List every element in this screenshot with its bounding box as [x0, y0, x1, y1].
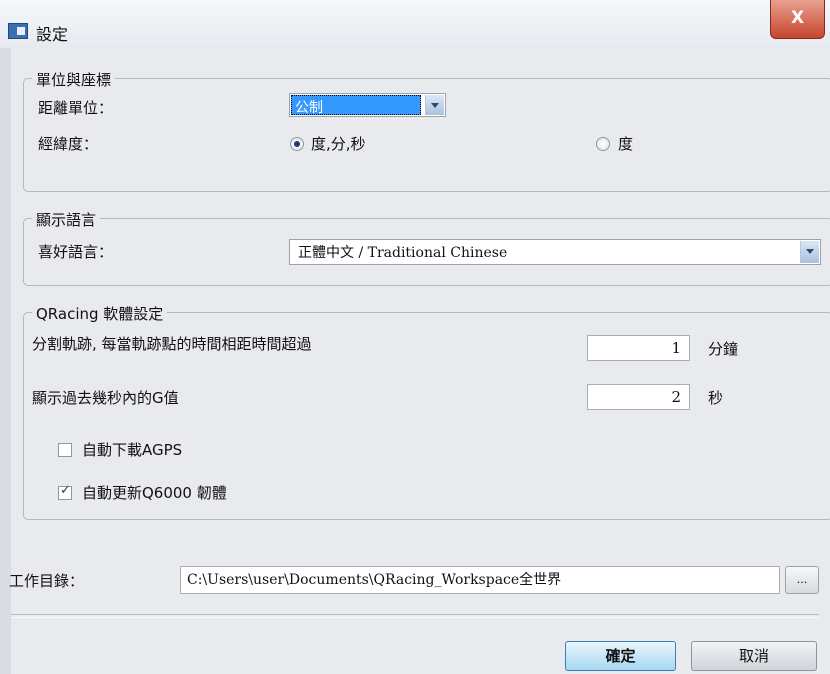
settings-dialog: 設定 X 單位與座標 距離單位： 公制 經緯度： 度,分,秒 度 顯示語言 喜好… — [0, 0, 830, 674]
cancel-button[interactable]: 取消 — [691, 641, 817, 671]
radio-degrees[interactable] — [596, 137, 610, 151]
distance-unit-label: 距離單位： — [38, 99, 114, 117]
divider — [11, 614, 819, 618]
browse-button[interactable]: ... — [785, 566, 819, 594]
close-button[interactable]: X — [770, 0, 825, 39]
firmware-update-label[interactable]: 自動更新Q6000 韌體 — [82, 482, 227, 503]
window-app-icon — [8, 23, 28, 39]
ok-button[interactable]: 確定 — [565, 641, 676, 671]
split-minutes-input[interactable]: 1 — [587, 335, 690, 361]
latlon-label: 經緯度： — [38, 135, 99, 153]
distance-unit-value: 公制 — [291, 95, 421, 116]
preferred-language-dropdown[interactable]: 正體中文 / Traditional Chinese — [289, 239, 821, 265]
preferred-language-value: 正體中文 / Traditional Chinese — [298, 245, 508, 261]
agps-checkbox[interactable] — [58, 443, 72, 457]
qracing-group-legend: QRacing 軟體設定 — [32, 303, 168, 324]
split-track-label: 分割軌跡, 每當軌跡點的時間相距時間超過 — [32, 335, 312, 353]
firmware-update-checkbox[interactable] — [58, 483, 72, 500]
agps-label[interactable]: 自動下載AGPS — [82, 439, 182, 460]
radio-degrees-label[interactable]: 度 — [618, 133, 633, 154]
workdir-label: 工作目錄： — [9, 572, 85, 590]
chevron-down-icon[interactable] — [425, 95, 444, 115]
gvalue-seconds-input[interactable]: 2 — [587, 384, 690, 410]
dialog-body: 單位與座標 距離單位： 公制 經緯度： 度,分,秒 度 顯示語言 喜好語言： 正… — [9, 48, 830, 674]
gvalue-label: 顯示過去幾秒內的G值 — [32, 389, 179, 407]
window-title: 設定 — [36, 25, 69, 44]
split-unit-label: 分鐘 — [708, 340, 739, 358]
chevron-down-icon[interactable] — [800, 241, 819, 263]
gvalue-unit-label: 秒 — [708, 389, 724, 407]
preferred-language-label: 喜好語言： — [38, 243, 114, 261]
language-group: 顯示語言 喜好語言： 正體中文 / Traditional Chinese — [23, 209, 830, 286]
qracing-group: QRacing 軟體設定 分割軌跡, 每當軌跡點的時間相距時間超過 1 分鐘 顯… — [23, 303, 830, 520]
distance-unit-dropdown[interactable]: 公制 — [289, 93, 446, 117]
title-bar: 設定 X — [0, 0, 830, 48]
radio-dms[interactable] — [290, 137, 304, 151]
units-group: 單位與座標 距離單位： 公制 經緯度： 度,分,秒 度 — [23, 69, 830, 192]
workdir-path-input[interactable]: C:\Users\user\Documents\QRacing_Workspac… — [180, 566, 780, 594]
units-group-legend: 單位與座標 — [32, 69, 116, 90]
language-group-legend: 顯示語言 — [32, 209, 101, 230]
radio-dms-label[interactable]: 度,分,秒 — [311, 133, 366, 154]
